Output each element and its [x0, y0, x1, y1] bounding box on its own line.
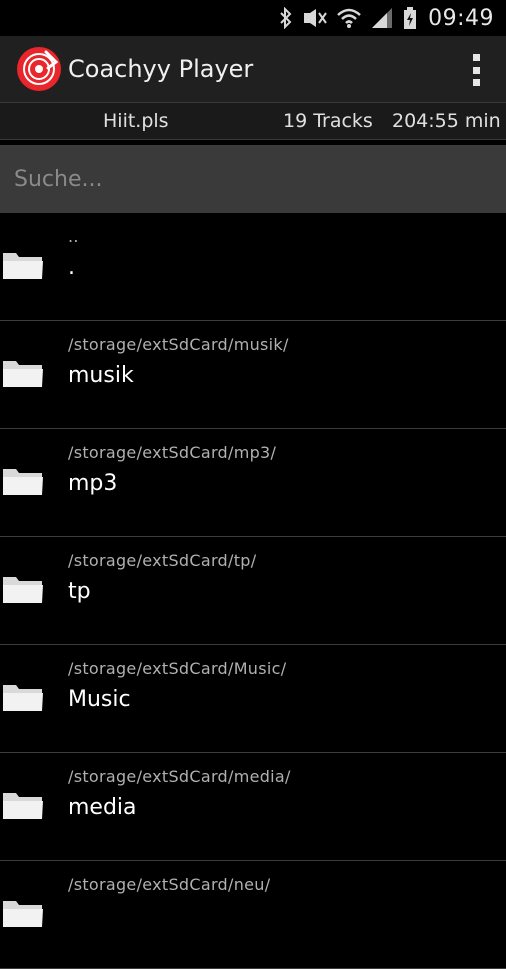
action-bar: Coachyy Player [0, 36, 506, 102]
folder-icon [3, 361, 43, 387]
folder-name: mp3 [68, 471, 118, 496]
folder-path: /storage/extSdCard/neu/ [68, 875, 271, 894]
folder-icon [3, 793, 43, 819]
folder-name: musik [68, 363, 134, 388]
folder-icon [3, 685, 43, 711]
folder-path: /storage/extSdCard/Music/ [68, 659, 287, 678]
folder-path: .. [68, 227, 79, 246]
list-item[interactable]: /storage/extSdCard/neu/ [0, 861, 506, 969]
track-count: 19 Tracks [283, 110, 373, 132]
folder-icon [3, 901, 43, 927]
battery-icon [403, 7, 417, 29]
list-item[interactable]: /storage/extSdCard/musik/ musik [0, 321, 506, 429]
list-item[interactable]: /storage/extSdCard/tp/ tp [0, 537, 506, 645]
folder-path: /storage/extSdCard/mp3/ [68, 443, 277, 462]
list-item[interactable]: /storage/extSdCard/mp3/ mp3 [0, 429, 506, 537]
list-item[interactable]: .. . [0, 213, 506, 321]
folder-path: /storage/extSdCard/tp/ [68, 551, 257, 570]
playlist-name[interactable]: Hiit.pls [103, 110, 169, 132]
folder-path: /storage/extSdCard/media/ [68, 767, 291, 786]
app-title: Coachyy Player [68, 55, 254, 83]
folder-name: media [68, 795, 137, 820]
folder-icon [3, 253, 43, 279]
folder-name: tp [68, 579, 91, 604]
overflow-menu-icon[interactable] [472, 54, 480, 86]
signal-icon [370, 7, 394, 29]
mute-icon [302, 7, 328, 29]
vinyl-record-logo [17, 47, 61, 91]
folder-name: Music [68, 687, 131, 712]
folder-list: .. . /storage/extSdCard/musik/ musik /st… [0, 213, 506, 969]
folder-icon [3, 577, 43, 603]
search-input[interactable] [0, 145, 506, 213]
folder-name: . [68, 255, 75, 280]
bluetooth-icon [279, 7, 293, 29]
playlist-info-bar: Hiit.pls 19 Tracks 204:55 min [0, 102, 506, 140]
list-item[interactable]: /storage/extSdCard/Music/ Music [0, 645, 506, 753]
list-item[interactable]: /storage/extSdCard/media/ media [0, 753, 506, 861]
status-time: 09:49 [428, 5, 494, 31]
folder-path: /storage/extSdCard/musik/ [68, 335, 289, 354]
wifi-icon [337, 7, 361, 29]
status-bar: 09:49 [0, 0, 506, 36]
search-bar [0, 145, 506, 213]
total-duration: 204:55 min [392, 110, 501, 132]
folder-icon [3, 469, 43, 495]
